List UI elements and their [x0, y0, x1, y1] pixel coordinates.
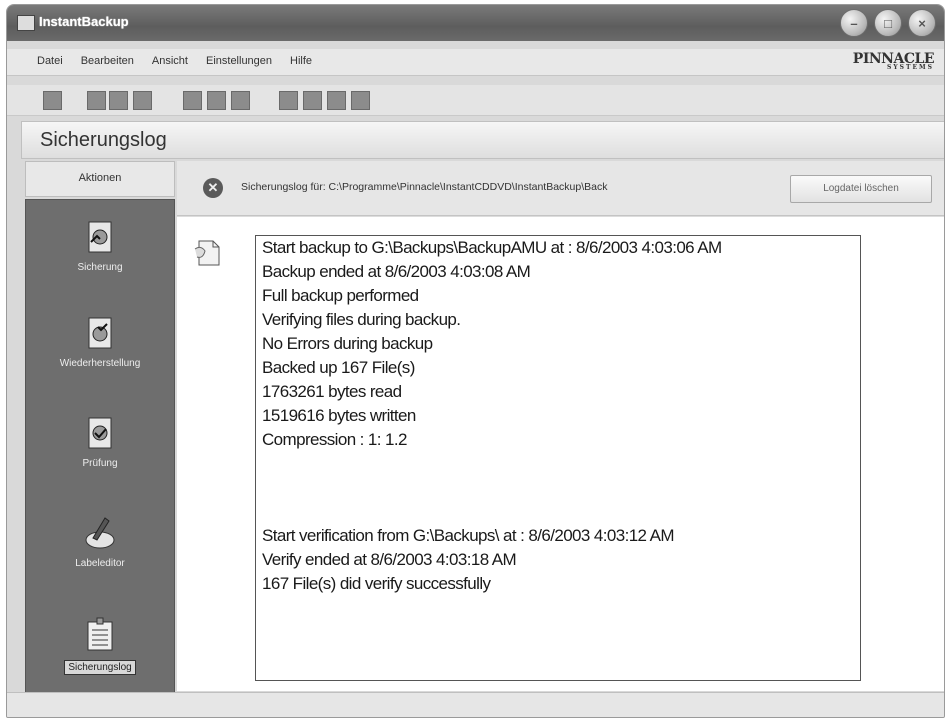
tool-icon[interactable]: [133, 91, 152, 110]
tool-icon[interactable]: [183, 91, 202, 110]
sidebar-item-labeleditor[interactable]: Labeleditor: [26, 514, 174, 569]
window-title: InstantBackup: [39, 14, 129, 29]
log-line: Backed up 167 File(s): [262, 358, 415, 377]
log-line: 167 File(s) did verify successfully: [262, 574, 491, 593]
tool-icon[interactable]: [327, 91, 346, 110]
document-icon: [193, 235, 229, 269]
tool-icon[interactable]: [207, 91, 226, 110]
verify-icon: [83, 414, 117, 452]
sidebar-item-wiederherstellung[interactable]: Wiederherstellung: [26, 314, 174, 369]
sidebar-item-pruefung[interactable]: Prüfung: [26, 414, 174, 469]
tab-aktionen[interactable]: Aktionen: [25, 161, 175, 197]
minimize-button[interactable]: –: [840, 9, 868, 37]
menu-bar: Datei Bearbeiten Ansicht Einstellungen H…: [7, 49, 944, 76]
maximize-button[interactable]: □: [874, 9, 902, 37]
sidebar-item-label: Sicherungslog: [64, 660, 136, 675]
menu-bearbeiten[interactable]: Bearbeiten: [81, 55, 134, 67]
sidebar-item-label: Labeleditor: [75, 558, 125, 569]
log-line: Backup ended at 8/6/2003 4:03:08 AM: [262, 262, 531, 281]
log-line: 1763261 bytes read: [262, 382, 402, 401]
close-button[interactable]: ×: [908, 9, 936, 37]
tool-icon[interactable]: [109, 91, 128, 110]
sidebar-item-label: Prüfung: [82, 458, 118, 469]
section-header: Sicherungslog: [21, 121, 944, 159]
log-line: Full backup performed: [262, 286, 419, 305]
status-bar: [7, 692, 944, 717]
log-line: Verifying files during backup.: [262, 310, 461, 329]
delete-log-button[interactable]: Logdatei löschen: [790, 175, 932, 203]
log-line: Compression : 1: 1.2: [262, 430, 407, 449]
label-editor-icon: [83, 514, 117, 552]
log-path-bar: ✕ Sicherungslog für: C:\Programme\Pinnac…: [177, 161, 944, 216]
log-path-label: Sicherungslog für: C:\Programme\Pinnacle…: [241, 181, 608, 193]
actions-sidebar: Aktionen Sicherung Wiederherstellung Prü…: [25, 161, 175, 693]
toolbar: [7, 85, 944, 116]
page-title: Sicherungslog: [40, 129, 167, 151]
app-window: InstantBackup – □ × Datei Bearbeiten Ans…: [6, 4, 945, 718]
tool-icon[interactable]: [87, 91, 106, 110]
sidebar-item-sicherungslog[interactable]: Sicherungslog: [26, 616, 174, 675]
tool-icon[interactable]: [279, 91, 298, 110]
close-log-icon[interactable]: ✕: [203, 178, 223, 198]
sidebar-item-label: Wiederherstellung: [59, 358, 141, 369]
log-pane: Start backup to G:\Backups\BackupAMU at …: [177, 217, 944, 691]
tool-icon[interactable]: [231, 91, 250, 110]
main-content: ✕ Sicherungslog für: C:\Programme\Pinnac…: [177, 161, 944, 691]
restore-icon: [83, 314, 117, 352]
log-textbox[interactable]: Start backup to G:\Backups\BackupAMU at …: [255, 235, 861, 681]
tool-icon[interactable]: [303, 91, 322, 110]
log-line: 1519616 bytes written: [262, 406, 416, 425]
menu-datei[interactable]: Datei: [37, 55, 63, 67]
sidebar-item-sicherung[interactable]: Sicherung: [26, 218, 174, 273]
log-line: Start verification from G:\Backups\ at :…: [262, 526, 675, 545]
log-line: Start backup to G:\Backups\BackupAMU at …: [262, 238, 722, 257]
brand-logo: PINNACLE SYSTEMS: [853, 51, 935, 71]
app-icon: [17, 15, 35, 31]
log-line: Verify ended at 8/6/2003 4:03:18 AM: [262, 550, 517, 569]
backup-log-icon: [83, 616, 117, 654]
title-bar[interactable]: InstantBackup – □ ×: [7, 5, 944, 41]
menu-einstellungen[interactable]: Einstellungen: [206, 55, 272, 67]
backup-icon: [83, 218, 117, 256]
action-panel: Sicherung Wiederherstellung Prüfung Labe…: [25, 199, 175, 693]
log-line: No Errors during backup: [262, 334, 433, 353]
menu-ansicht[interactable]: Ansicht: [152, 55, 188, 67]
menu-hilfe[interactable]: Hilfe: [290, 55, 312, 67]
sidebar-item-label: Sicherung: [77, 262, 123, 273]
tool-icon[interactable]: [351, 91, 370, 110]
tool-icon[interactable]: [43, 91, 62, 110]
